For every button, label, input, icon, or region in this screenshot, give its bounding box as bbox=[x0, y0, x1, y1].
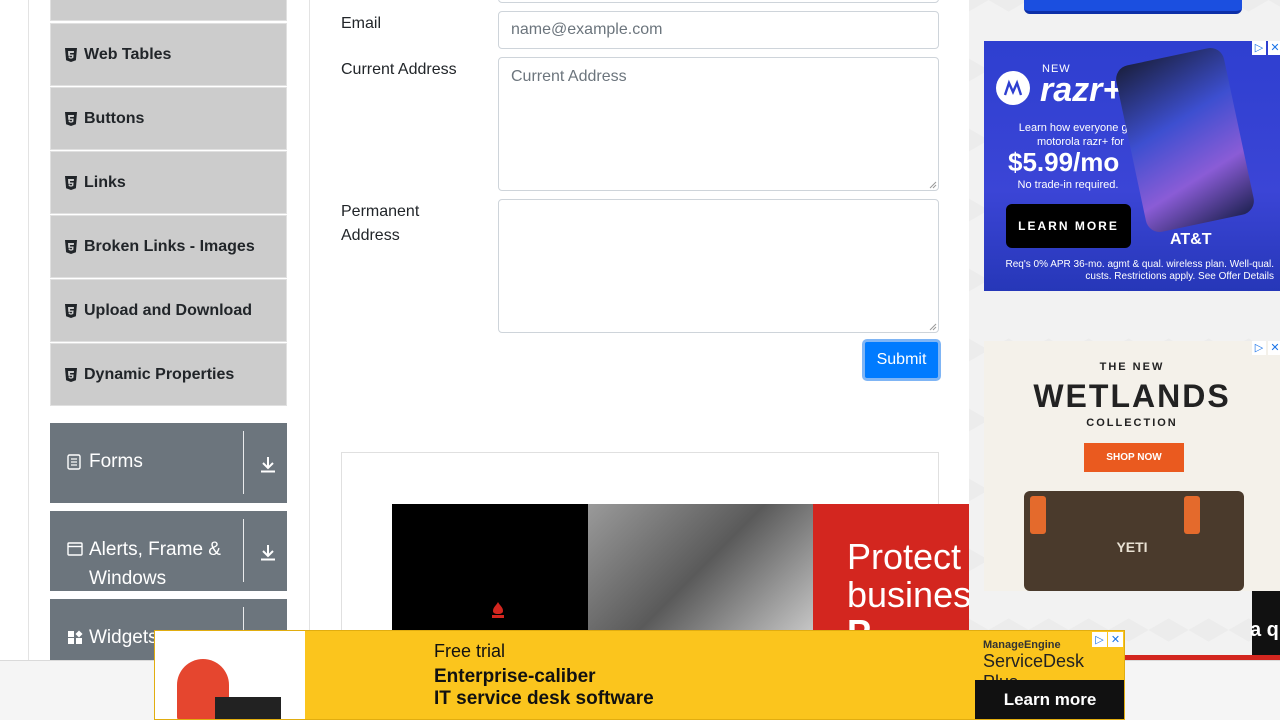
razr-price: $5.99/mo bbox=[1008, 147, 1120, 177]
page: Web Tables Buttons Links Broken Links - … bbox=[0, 0, 1280, 720]
html5-icon bbox=[65, 111, 77, 126]
sidebar-item-label: Web Tables bbox=[84, 45, 172, 63]
window-icon bbox=[67, 542, 83, 558]
sidebar-item-links[interactable]: Links bbox=[50, 151, 287, 214]
permanent-address-label-line2: Address bbox=[341, 227, 400, 244]
razr-learn-more-button[interactable]: LEARN MORE bbox=[1006, 204, 1131, 248]
submit-button[interactable]: Submit bbox=[862, 339, 941, 381]
close-ad-icon[interactable]: ✕ bbox=[1108, 632, 1123, 647]
sidebar-group-label: Forms bbox=[89, 451, 143, 472]
bottom-ad[interactable]: Free trial Enterprise-caliber IT service… bbox=[154, 630, 1125, 720]
widgets-icon bbox=[67, 630, 83, 646]
adchoices-icon[interactable]: ▷ bbox=[1252, 341, 1266, 355]
group-separator bbox=[243, 431, 244, 494]
html5-icon bbox=[65, 175, 77, 190]
current-address-label: Current Address bbox=[341, 61, 457, 78]
sidebar-group-label: Alerts, Frame & bbox=[89, 539, 221, 560]
sidebar-group-forms[interactable]: Forms bbox=[50, 423, 287, 503]
right-edge-ad-text: a q bbox=[1250, 619, 1279, 641]
resize-handle-icon[interactable] bbox=[929, 323, 937, 331]
razr-name: razr+ bbox=[1040, 71, 1123, 109]
cooler-handle bbox=[1184, 496, 1200, 534]
download-arrow-icon[interactable] bbox=[260, 455, 276, 473]
laptop-illustration bbox=[215, 697, 281, 719]
sidebar-item-partial[interactable] bbox=[50, 0, 287, 21]
permanent-address-field[interactable] bbox=[498, 199, 939, 333]
html5-icon bbox=[65, 239, 77, 254]
banner-photo bbox=[588, 504, 813, 634]
html5-icon bbox=[65, 303, 77, 318]
adchoices-icon[interactable]: ▷ bbox=[1252, 41, 1266, 55]
sidebar-item-label: Dynamic Properties bbox=[84, 365, 235, 383]
column-divider bbox=[309, 0, 310, 660]
cooler-handle bbox=[1030, 496, 1046, 534]
sidebar-item-buttons[interactable]: Buttons bbox=[50, 87, 287, 150]
previous-field-edge[interactable] bbox=[498, 0, 939, 3]
razr-no-trade: No trade-in required. bbox=[1017, 179, 1119, 191]
razr-ad[interactable]: NEW razr+ Learn how everyone gets motoro… bbox=[984, 41, 1280, 291]
close-ad-icon[interactable]: ✕ bbox=[1268, 41, 1280, 55]
motorola-logo bbox=[996, 71, 1030, 105]
illustration bbox=[155, 631, 305, 719]
html5-icon bbox=[65, 47, 77, 62]
bottom-ad-line1: Free trial bbox=[434, 641, 506, 661]
sidebar-group-label: Widgets bbox=[89, 627, 158, 648]
sidebar-item-web-tables[interactable]: Web Tables bbox=[50, 23, 287, 86]
sidebar-item-label: Broken Links - Images bbox=[84, 237, 255, 255]
email-field[interactable] bbox=[498, 11, 939, 49]
adchoices-flags[interactable]: ▷ ✕ bbox=[1252, 341, 1280, 355]
resize-handle-icon[interactable] bbox=[929, 181, 937, 189]
html5-icon bbox=[65, 367, 77, 382]
vendor-logo: ManageEngine bbox=[983, 639, 1061, 651]
current-address-field[interactable] bbox=[498, 57, 939, 191]
brand-logo bbox=[450, 600, 546, 630]
yeti-logo: YETI bbox=[1116, 539, 1148, 555]
adchoices-flags[interactable]: ▷ ✕ bbox=[1252, 41, 1280, 55]
sidebar-item-broken-links[interactable]: Broken Links - Images bbox=[50, 215, 287, 278]
sidebar-item-label: Buttons bbox=[84, 109, 145, 127]
sidebar-group-label-line2: Windows bbox=[89, 568, 167, 589]
sidebar-item-dynamic-properties[interactable]: Dynamic Properties bbox=[50, 343, 287, 406]
banner-headline: Protect business P bbox=[847, 536, 969, 635]
razr-fine-print: Req's 0% APR 36-mo. agmt & qual. wireles… bbox=[1005, 259, 1274, 282]
adchoices-icon[interactable]: ▷ bbox=[1092, 632, 1107, 647]
sidebar-group-alerts-frame-windows[interactable]: Alerts, Frame & Windows bbox=[50, 511, 287, 591]
close-ad-icon[interactable]: ✕ bbox=[1268, 341, 1280, 355]
permanent-address-label: Permanent bbox=[341, 203, 420, 220]
sidebar-item-upload-download[interactable]: Upload and Download bbox=[50, 279, 287, 342]
bottom-ad-line2: Enterprise-caliber bbox=[434, 666, 596, 687]
email-label: Email bbox=[341, 15, 382, 32]
top-ad-button[interactable] bbox=[1024, 0, 1242, 14]
form-list-icon bbox=[67, 454, 83, 470]
yeti-kicker: THE NEW bbox=[1099, 361, 1165, 373]
sidebar-item-label: Upload and Download bbox=[84, 301, 252, 319]
phone-image bbox=[1113, 45, 1257, 235]
bottom-ad-line3: IT service desk software bbox=[434, 688, 654, 709]
left-divider bbox=[28, 0, 29, 660]
adchoices-flags[interactable]: ▷ ✕ bbox=[1092, 632, 1123, 647]
right-edge-ad[interactable]: a q bbox=[1250, 591, 1280, 660]
yeti-collection: COLLECTION bbox=[1086, 417, 1178, 429]
download-arrow-icon[interactable] bbox=[260, 543, 276, 561]
att-logo: AT&T bbox=[1170, 231, 1212, 248]
yeti-shop-now-button[interactable]: SHOP NOW bbox=[1084, 443, 1184, 472]
yeti-title: WETLANDS bbox=[1033, 378, 1231, 414]
sidebar-item-label: Links bbox=[84, 173, 126, 191]
learn-more-button[interactable]: Learn more bbox=[975, 680, 1124, 719]
group-separator bbox=[243, 519, 244, 582]
center-banner-ad[interactable]: Protect business P bbox=[392, 504, 969, 634]
yeti-ad[interactable]: THE NEW WETLANDS COLLECTION SHOP NOW YET… bbox=[984, 341, 1280, 591]
